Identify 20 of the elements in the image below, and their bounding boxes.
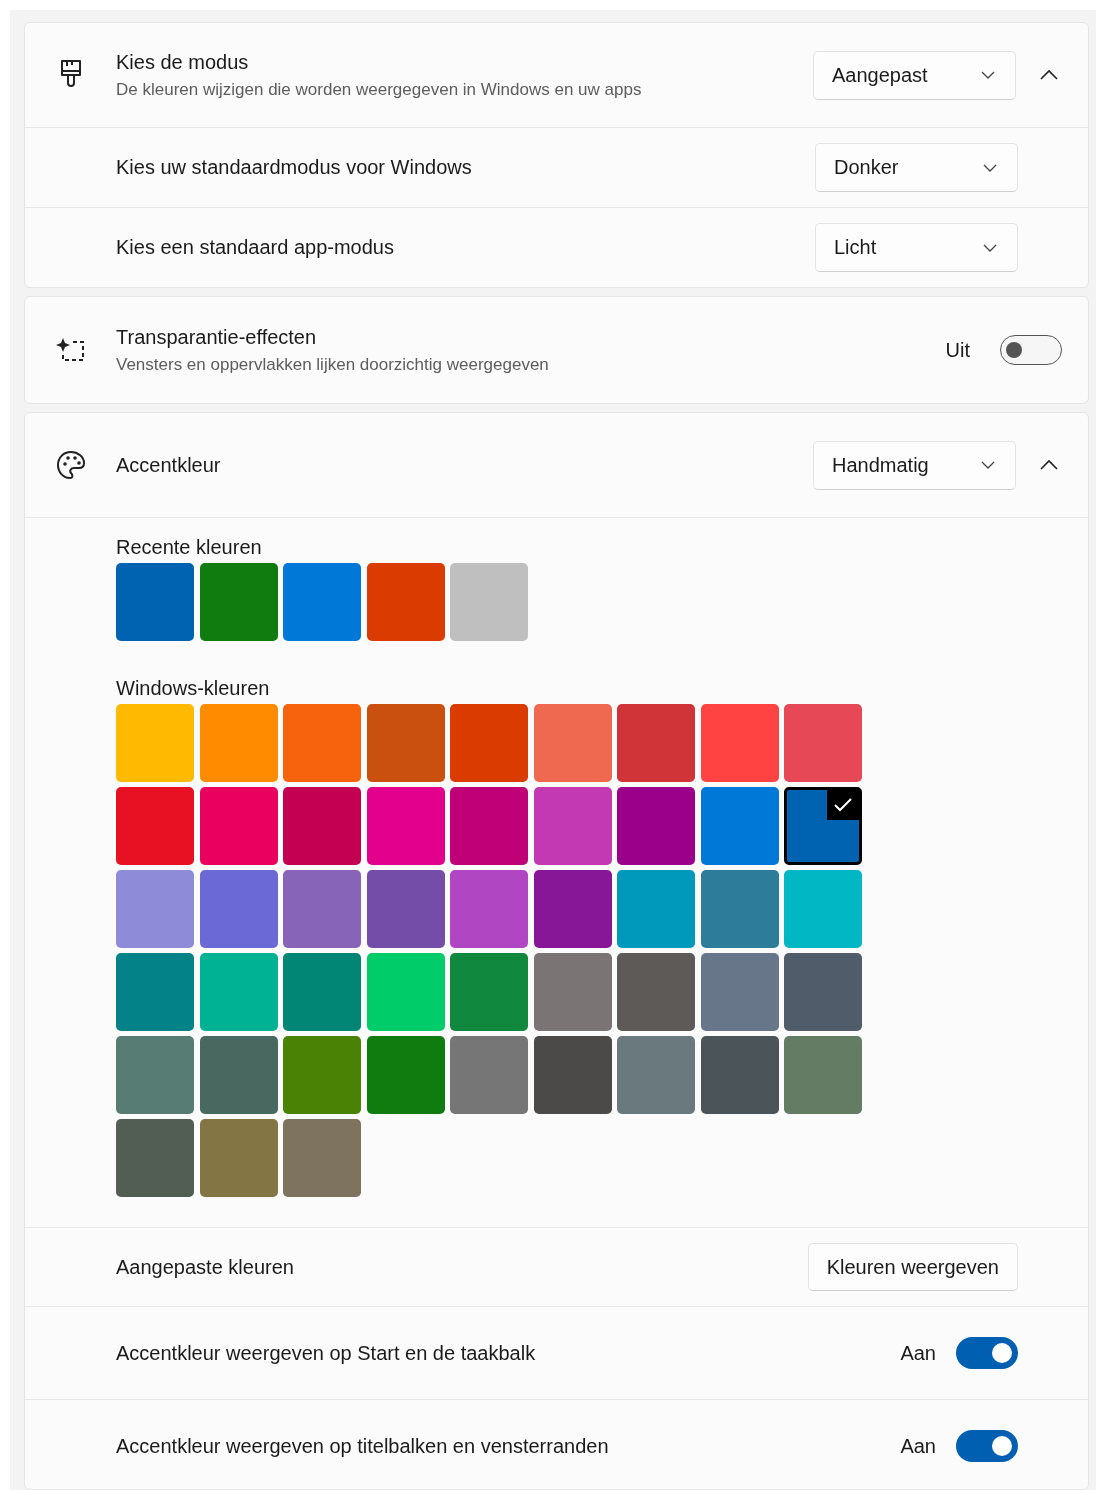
view-colors-button[interactable]: Kleuren weergeven [807, 1243, 1018, 1291]
dropdown[interactable]: Handmatig [813, 440, 1016, 490]
setting-label: Accentkleur weergeven op Start en de taakbalk [116, 1341, 537, 1365]
setting-label: Kies een standaard app-modus [116, 236, 395, 259]
setting-label: Kies uw standaardmodus voor Windows [116, 156, 473, 179]
dropdown[interactable]: Donker [815, 143, 1018, 192]
section-label: Recente kleuren [116, 536, 263, 559]
dropdown[interactable]: Licht [815, 223, 1018, 272]
section-label: Windows-kleuren [116, 677, 271, 700]
dropdown[interactable]: Aangepast [813, 50, 1016, 100]
setting-title: Kies de modus [116, 50, 250, 74]
setting-description: Vensters en oppervlakken lijken doorzichtig weergegeven [116, 354, 550, 375]
setting-label: Accentkleur weergeven op titelbalken en vensterranden [116, 1434, 610, 1458]
toggle-state-label: Aan [900, 1341, 936, 1365]
setting-title: Transparantie-effecten [116, 325, 318, 349]
setting-title: Accentkleur [116, 453, 222, 477]
toggle-state-label: Aan [900, 1434, 936, 1458]
toggle-state-label: Uit [945, 338, 970, 362]
setting-label: Aangepaste kleuren [116, 1255, 295, 1279]
setting-description: De kleuren wijzigen die worden weergegeven in Windows en uw apps [116, 79, 643, 100]
